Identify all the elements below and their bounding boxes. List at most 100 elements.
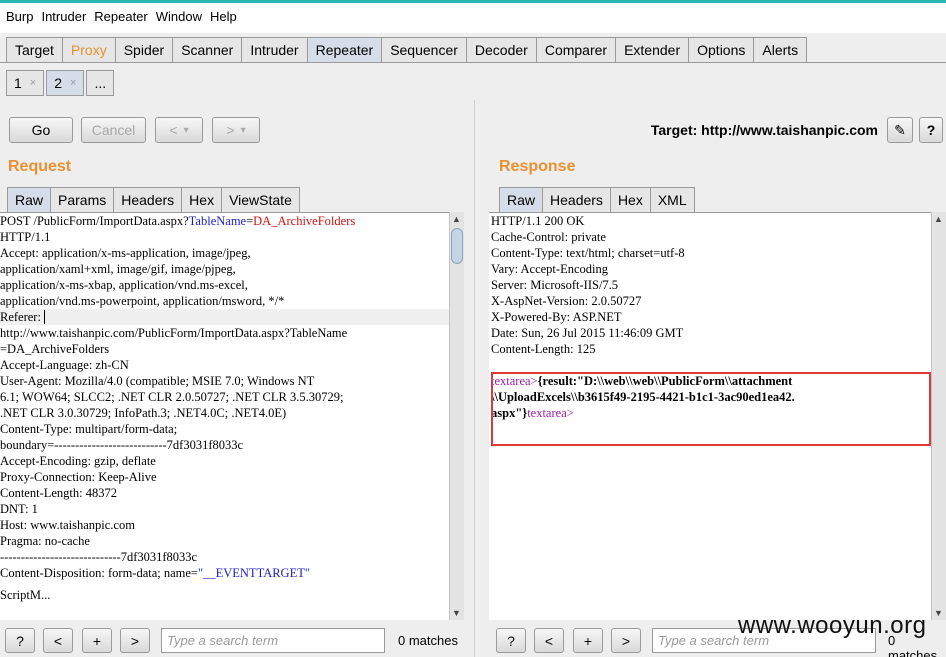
- menu-burp[interactable]: Burp: [6, 9, 33, 24]
- back-arrow-icon: <: [169, 122, 178, 138]
- close-icon[interactable]: ×: [70, 77, 76, 89]
- response-tab-xml[interactable]: XML: [649, 187, 695, 212]
- pane-divider[interactable]: [474, 100, 475, 657]
- menu-intruder[interactable]: Intruder: [41, 9, 86, 24]
- request-line: Proxy-Connection: Keep-Alive: [0, 470, 157, 484]
- match-count: 0 matches: [398, 633, 458, 648]
- repeater-tab-1[interactable]: 1 ×: [6, 70, 45, 96]
- request-line: application/vnd.ms-powerpoint, applicati…: [0, 294, 285, 308]
- burp-window: Burp Intruder Repeater Window Help Targe…: [0, 0, 946, 657]
- previous-match-button[interactable]: <: [43, 628, 73, 653]
- request-line: application/xaml+xml, image/gif, image/p…: [0, 262, 236, 276]
- response-line: X-Powered-By: ASP.NET: [491, 310, 622, 324]
- response-line: Date: Sun, 26 Jul 2015 11:46:09 GMT: [491, 326, 684, 340]
- tab-options[interactable]: Options: [688, 37, 755, 62]
- next-match-button[interactable]: >: [611, 628, 641, 653]
- menu-help[interactable]: Help: [210, 9, 237, 24]
- request-tab-params[interactable]: Params: [50, 187, 115, 212]
- request-tabs: Raw Params Headers Hex ViewState: [7, 187, 300, 212]
- menu-window[interactable]: Window: [156, 9, 202, 24]
- add-button[interactable]: +: [82, 628, 112, 653]
- help-button[interactable]: ?: [919, 117, 943, 143]
- request-tab-viewstate[interactable]: ViewState: [221, 187, 300, 212]
- previous-match-button[interactable]: <: [534, 628, 564, 653]
- menu-repeater[interactable]: Repeater: [94, 9, 147, 24]
- response-tab-raw[interactable]: Raw: [499, 187, 544, 212]
- tab-extender[interactable]: Extender: [615, 37, 690, 62]
- request-tab-raw[interactable]: Raw: [7, 187, 52, 212]
- watermark: www.wooyun.org: [738, 612, 927, 639]
- scroll-down-icon[interactable]: ▼: [452, 608, 461, 618]
- cancel-button[interactable]: Cancel: [81, 117, 146, 143]
- back-button[interactable]: < ▾: [155, 117, 203, 143]
- help-button[interactable]: ?: [496, 628, 526, 653]
- tab-target[interactable]: Target: [6, 37, 63, 62]
- repeater-tabs: 1 × 2 × ...: [6, 70, 116, 96]
- go-button[interactable]: Go: [9, 117, 73, 143]
- request-line: -----------------------------7df3031f803…: [0, 550, 198, 564]
- response-line: Content-Type: text/html; charset=utf-8: [491, 246, 685, 260]
- request-line: Accept-Encoding: gzip, deflate: [0, 454, 156, 468]
- close-icon[interactable]: ×: [30, 77, 36, 89]
- next-match-button[interactable]: >: [120, 628, 150, 653]
- response-line: Vary: Accept-Encoding: [491, 262, 608, 276]
- request-line: 6.1; WOW64; SLCC2; .NET CLR 2.0.50727; .…: [0, 390, 344, 404]
- request-tab-headers[interactable]: Headers: [113, 187, 183, 212]
- help-button[interactable]: ?: [5, 628, 35, 653]
- response-tab-hex[interactable]: Hex: [609, 187, 651, 212]
- request-line: http://www.taishanpic.com/PublicForm/Imp…: [0, 326, 348, 340]
- param-name: TableName: [188, 214, 247, 228]
- request-line: HTTP/1.1: [0, 230, 51, 244]
- tab-spider[interactable]: Spider: [114, 37, 174, 62]
- request-first-line: POST /PublicForm/ImportData.aspx?TableNa…: [0, 214, 356, 228]
- request-tab-hex[interactable]: Hex: [181, 187, 223, 212]
- response-line: Server: Microsoft-IIS/7.5: [491, 278, 619, 292]
- tab-intruder[interactable]: Intruder: [241, 37, 308, 62]
- highlight-box: [491, 372, 931, 446]
- response-tabs: Raw Headers Hex XML: [499, 187, 695, 212]
- tab-sequencer[interactable]: Sequencer: [381, 37, 467, 62]
- edit-target-button[interactable]: ✎: [887, 117, 913, 143]
- response-tab-headers[interactable]: Headers: [542, 187, 611, 212]
- forward-arrow-icon: >: [226, 122, 235, 138]
- tab-scanner[interactable]: Scanner: [172, 37, 243, 62]
- request-title: Request: [8, 158, 72, 175]
- request-line: DNT: 1: [0, 502, 38, 516]
- request-line: .NET CLR 3.0.30729; InfoPath.3; .NET4.0C…: [0, 406, 287, 420]
- request-scrollbar[interactable]: ▲ ▼: [449, 212, 464, 620]
- forward-button[interactable]: > ▾: [212, 117, 260, 143]
- chevron-down-icon: ▾: [183, 124, 189, 136]
- response-blank-line: [491, 357, 931, 373]
- help-icon: ?: [926, 122, 936, 138]
- response-line: Content-Length: 125: [491, 342, 596, 356]
- scroll-up-icon[interactable]: ▲: [452, 214, 461, 224]
- request-editor[interactable]: POST /PublicForm/ImportData.aspx?TableNa…: [0, 212, 449, 620]
- repeater-tab-label: 1: [14, 75, 22, 91]
- add-button[interactable]: +: [573, 628, 603, 653]
- tab-alerts[interactable]: Alerts: [753, 37, 808, 62]
- tab-comparer[interactable]: Comparer: [535, 37, 617, 62]
- request-disposition: Content-Disposition: form-data; name="__…: [0, 566, 310, 580]
- repeater-tab-label: 2: [54, 75, 63, 91]
- scroll-down-icon[interactable]: ▼: [934, 608, 943, 618]
- repeater-tab-2[interactable]: 2 ×: [46, 70, 85, 96]
- tab-proxy[interactable]: Proxy: [61, 37, 116, 62]
- scrollbar-thumb[interactable]: [451, 228, 463, 264]
- pencil-icon: ✎: [894, 121, 906, 138]
- tab-repeater[interactable]: Repeater: [306, 37, 383, 62]
- request-line: Content-Length: 48372: [0, 486, 117, 500]
- main-tabs: Target Proxy Spider Scanner Intruder Rep…: [6, 37, 808, 62]
- request-line-cursor: Referer:: [0, 309, 449, 325]
- response-line: Cache-Control: private: [491, 230, 606, 244]
- response-line: X-AspNet-Version: 2.0.50727: [491, 294, 642, 308]
- search-input[interactable]: Type a search term: [161, 628, 385, 653]
- response-scrollbar[interactable]: ▲ ▼: [931, 212, 946, 620]
- param-value: DA_ArchiveFolders: [253, 214, 356, 228]
- request-line: Accept: application/x-ms-application, im…: [0, 246, 251, 260]
- scroll-up-icon[interactable]: ▲: [934, 214, 943, 224]
- new-tab-button[interactable]: ...: [86, 70, 115, 96]
- tab-decoder[interactable]: Decoder: [465, 37, 537, 62]
- tab-divider: [0, 62, 946, 63]
- response-line: HTTP/1.1 200 OK: [491, 214, 585, 228]
- request-line: Accept-Language: zh-CN: [0, 358, 129, 372]
